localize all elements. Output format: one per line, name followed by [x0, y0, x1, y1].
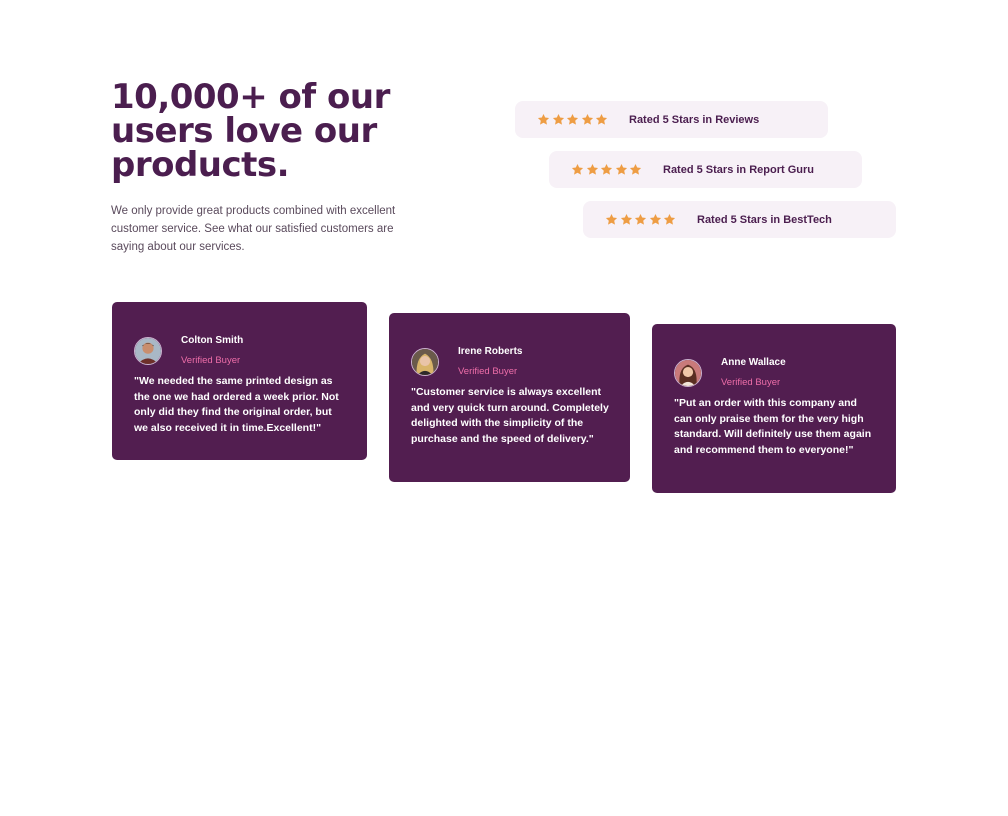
rating-label: Rated 5 Stars in Reviews [629, 113, 760, 126]
testimonial-card-colton: Colton Smith Verified Buyer "We needed t… [112, 302, 367, 460]
testimonial-quote: "Put an order with this company and can … [674, 397, 872, 456]
star-icon [537, 113, 551, 127]
star-icon [566, 113, 580, 127]
avatar [134, 336, 162, 365]
author-name: Colton Smith [181, 335, 244, 346]
star-icon [634, 213, 648, 227]
verified-badge: Verified Buyer [721, 377, 781, 388]
star-icon [581, 113, 595, 127]
author-info: Irene Roberts Verified Buyer [458, 346, 522, 377]
testimonial-header: Anne Wallace Verified Buyer [674, 357, 786, 388]
star-icon [586, 163, 600, 177]
testimonial-quote: "Customer service is always excellent an… [411, 386, 609, 445]
rating-report-guru: Rated 5 Stars in Report Guru [549, 151, 862, 188]
star-icon [595, 113, 609, 127]
star-rating [605, 213, 697, 227]
rating-label: Rated 5 Stars in BestTech [697, 213, 832, 226]
star-icon [620, 213, 634, 227]
avatar [411, 347, 439, 376]
author-name: Irene Roberts [458, 346, 523, 357]
star-icon [571, 163, 585, 177]
star-rating [571, 163, 663, 177]
testimonial-card-anne: Anne Wallace Verified Buyer "Put an orde… [652, 324, 896, 493]
testimonial-header: Irene Roberts Verified Buyer [411, 346, 522, 377]
testimonial-header: Colton Smith Verified Buyer [134, 335, 243, 366]
star-rating [537, 113, 629, 127]
avatar [674, 358, 702, 387]
testimonial-card-irene: Irene Roberts Verified Buyer "Customer s… [389, 313, 630, 482]
star-icon [649, 213, 663, 227]
author-info: Colton Smith Verified Buyer [181, 335, 243, 366]
star-icon [605, 213, 619, 227]
page: 10,000+ of our users love our products. … [0, 0, 1008, 816]
star-icon [663, 213, 677, 227]
star-icon [629, 163, 643, 177]
verified-badge: Verified Buyer [458, 366, 518, 377]
author-info: Anne Wallace Verified Buyer [721, 357, 786, 388]
page-description: We only provide great products combined … [111, 205, 396, 253]
star-icon [600, 163, 614, 177]
rating-label: Rated 5 Stars in Report Guru [663, 163, 814, 176]
testimonial-quote: "We needed the same printed design as th… [134, 375, 339, 434]
page-title: 10,000+ of our users love our products. [111, 77, 390, 185]
star-icon [552, 113, 566, 127]
author-name: Anne Wallace [721, 357, 786, 368]
rating-besttech: Rated 5 Stars in BestTech [583, 201, 896, 238]
rating-reviews: Rated 5 Stars in Reviews [515, 101, 828, 138]
verified-badge: Verified Buyer [181, 355, 241, 366]
star-icon [615, 163, 629, 177]
